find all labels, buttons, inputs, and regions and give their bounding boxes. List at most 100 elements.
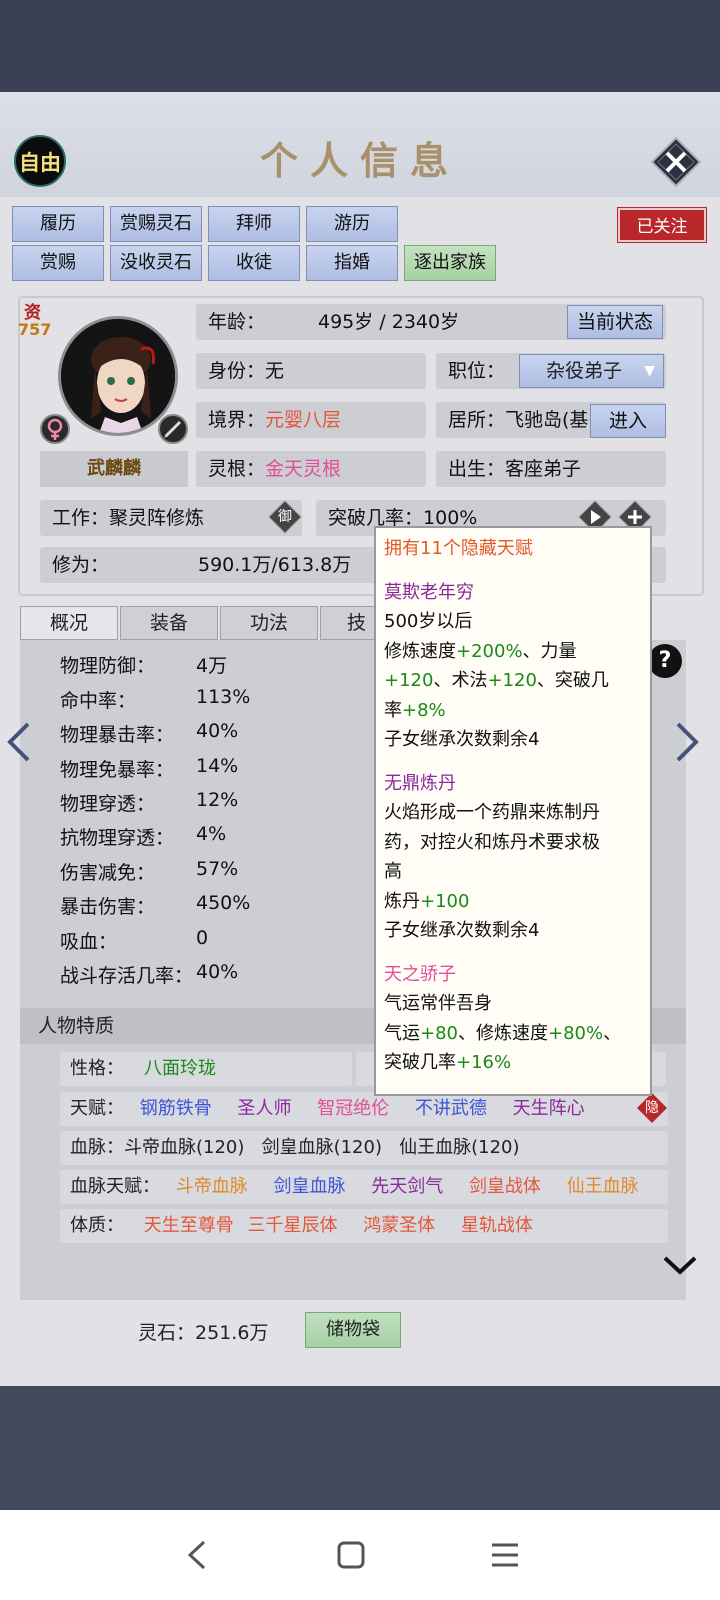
bottom-area	[0, 1386, 720, 1510]
spirit-stones-label: 灵石：	[138, 1322, 196, 1344]
back-icon[interactable]	[184, 1538, 210, 1572]
stat-value: 57%	[196, 858, 239, 880]
stat-value: 14%	[196, 755, 239, 777]
stat-value: 12%	[196, 789, 239, 811]
reward-button[interactable]: 赏赐	[12, 245, 104, 281]
spirit-root-value: 金天灵根	[265, 458, 342, 480]
talent-item[interactable]: 钢筋铁骨	[140, 1098, 212, 1119]
apprentice-button[interactable]: 拜师	[208, 206, 300, 242]
talent-item[interactable]: 不讲武德	[415, 1098, 487, 1119]
stat-crit-resist: 物理免暴率： 14%	[60, 755, 238, 782]
question-icon: ?	[658, 648, 672, 673]
stat-crit-damage: 暴击伤害： 450%	[60, 892, 250, 919]
take-disciple-button[interactable]: 收徒	[208, 245, 300, 281]
work-manage-button[interactable]: 御	[268, 500, 302, 534]
birth-field: 出生：客座弟子	[436, 451, 666, 487]
bloodline-talent-item[interactable]: 剑皇血脉	[273, 1176, 345, 1197]
physique-item[interactable]: 鸿蒙圣体	[363, 1215, 435, 1236]
stat-value: 40%	[196, 720, 239, 742]
stat-value: 4万	[196, 655, 228, 677]
stat-label: 吸血：	[60, 931, 118, 953]
tooltip-line: 修炼速度+200%、力量	[384, 640, 577, 662]
bloodline-talent-label: 血脉天赋：	[70, 1176, 160, 1197]
confiscate-stones-button[interactable]: 没收灵石	[110, 245, 202, 281]
expel-button[interactable]: 逐出家族	[404, 245, 496, 281]
bloodline-talent-item[interactable]: 斗帝血脉	[176, 1176, 248, 1197]
stat-hit-rate: 命中率： 113%	[60, 686, 250, 713]
talent-item[interactable]: 智冠绝伦	[317, 1098, 389, 1119]
bloodline-row: 血脉：斗帝血脉(120) 剑皇血脉(120) 仙王血脉(120)	[60, 1131, 668, 1165]
hidden-talent-tooltip: 拥有11个隐藏天赋 莫欺老年穷 500岁以后 修炼速度+200%、力量 +120…	[374, 526, 652, 1096]
physique-item[interactable]: 三千星辰体	[247, 1215, 337, 1236]
prev-character-button[interactable]	[4, 720, 34, 764]
current-state-button[interactable]: 当前状态	[567, 305, 663, 339]
cultivation-value: 590.1万/613.8万	[198, 554, 352, 576]
stat-value: 450%	[196, 892, 251, 914]
spirit-root-label: 灵根：	[208, 458, 266, 480]
travel-button[interactable]: 游历	[306, 206, 398, 242]
character-name[interactable]: 武麟麟	[40, 451, 188, 487]
storage-bag-button[interactable]: 储物袋	[305, 1312, 401, 1348]
talent-item[interactable]: 天生阵心	[513, 1098, 585, 1119]
aptitude-value: 757	[18, 320, 52, 339]
stat-physical-defense: 物理防御： 4万	[60, 651, 227, 678]
bloodline-talent-item[interactable]: 剑皇战体	[469, 1176, 541, 1197]
cultivation-label: 修为：	[52, 554, 110, 576]
home-icon[interactable]	[336, 1540, 366, 1570]
menu-icon[interactable]	[490, 1540, 520, 1570]
tooltip-title: 拥有11个隐藏天赋	[384, 538, 533, 559]
tooltip-line: 率+8%	[384, 699, 446, 721]
bloodline-talent-item[interactable]: 仙王血脉	[567, 1176, 639, 1197]
hidden-talent-button[interactable]: 隐	[636, 1092, 668, 1124]
identity-label: 身份：	[208, 360, 266, 382]
bloodline-talent-row: 血脉天赋： 斗帝血脉 剑皇血脉 先天剑气 剑皇战体 仙王血脉	[60, 1170, 668, 1204]
chevron-down-icon	[663, 1256, 697, 1275]
spirit-stones-value: 251.6万	[195, 1322, 269, 1344]
personality-label: 性格：	[70, 1058, 124, 1079]
stat-crit-rate: 物理暴击率： 40%	[60, 720, 238, 747]
birth-label: 出生：	[448, 458, 506, 480]
tooltip-line: 子女继承次数剩余4	[384, 729, 540, 750]
personality-value[interactable]: 八面玲珑	[144, 1058, 216, 1079]
marriage-button[interactable]: 指婚	[306, 245, 398, 281]
physique-item[interactable]: 天生至尊骨	[144, 1215, 234, 1236]
close-button[interactable]	[650, 136, 702, 188]
bloodline-talent-item[interactable]: 先天剑气	[371, 1176, 443, 1197]
stat-label: 暴击伤害：	[60, 896, 156, 918]
age-value: 495岁 / 2340岁	[318, 311, 460, 333]
tab-overview[interactable]: 概况	[20, 606, 118, 640]
followed-badge[interactable]: 已关注	[617, 207, 707, 243]
stat-label: 战斗存活几率：	[60, 965, 194, 987]
scroll-down-button[interactable]	[662, 1254, 698, 1276]
stat-damage-reduction: 伤害减免： 57%	[60, 858, 238, 885]
stat-label: 伤害减免：	[60, 862, 156, 884]
tooltip-line: 火焰形成一个药鼎来炼制丹	[384, 802, 600, 823]
history-button[interactable]: 履历	[12, 206, 104, 242]
work-value: 聚灵阵修炼	[109, 507, 205, 529]
physique-row: 体质： 天生至尊骨 三千星辰体 鸿蒙圣体 星轨战体	[60, 1209, 668, 1243]
talent-item[interactable]: 圣人师	[237, 1098, 291, 1119]
enter-button[interactable]: 进入	[590, 404, 666, 438]
next-character-button[interactable]	[672, 720, 702, 764]
work-badge-label: 御	[278, 509, 292, 525]
tab-techniques[interactable]: 功法	[220, 606, 318, 640]
edit-name-button[interactable]	[158, 414, 188, 444]
tooltip-line: +120、术法+120、突破几	[384, 670, 609, 691]
work-label: 工作：	[52, 507, 110, 529]
stat-label: 物理暴击率：	[60, 724, 175, 746]
stat-penetration: 物理穿透： 12%	[60, 789, 238, 816]
reward-stones-button[interactable]: 赏赐灵石	[110, 206, 202, 242]
stat-label: 物理穿透：	[60, 793, 156, 815]
residence-label: 居所：	[448, 409, 506, 431]
physique-label: 体质：	[70, 1215, 124, 1236]
work-field: 工作：聚灵阵修炼	[40, 500, 302, 536]
help-button[interactable]: ?	[648, 644, 682, 678]
stat-anti-penetration: 抗物理穿透： 4%	[60, 823, 226, 850]
tab-skills[interactable]: 技	[320, 606, 376, 640]
tab-equipment[interactable]: 装备	[120, 606, 218, 640]
tooltip-talent-name: 莫欺老年穷	[384, 581, 474, 603]
status-bar-area	[0, 0, 720, 92]
tooltip-talent-name: 天之骄子	[384, 963, 456, 985]
position-dropdown[interactable]: 杂役弟子 ▼	[519, 354, 664, 388]
physique-item[interactable]: 星轨战体	[461, 1215, 533, 1236]
